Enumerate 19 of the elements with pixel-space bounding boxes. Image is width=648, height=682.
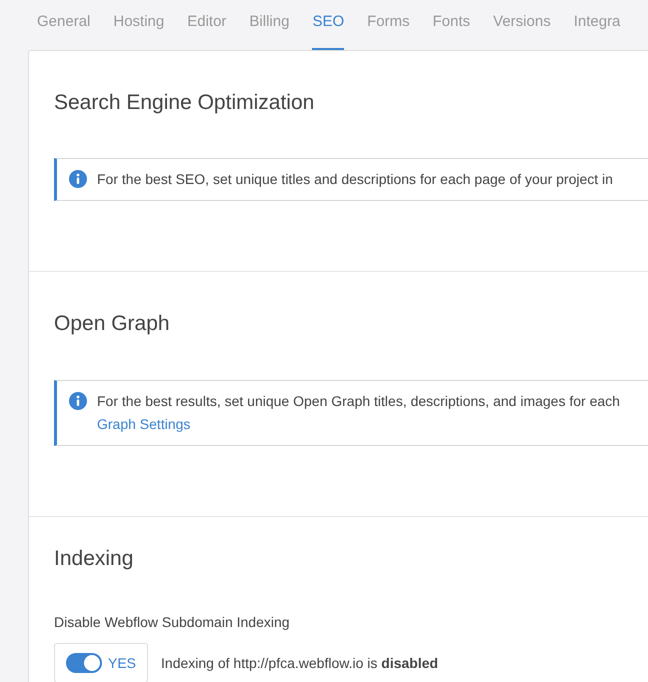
section-title: Indexing [54, 546, 134, 572]
info-icon [69, 392, 87, 410]
settings-tab[interactable]: Integra [574, 0, 620, 50]
settings-tab[interactable]: Forms [367, 0, 410, 50]
settings-tab[interactable]: Versions [493, 0, 551, 50]
settings-link[interactable]: Graph Settings [97, 414, 620, 434]
callout-text: For the best results, set unique Open Graph titles, descriptions, and images for each [97, 392, 620, 411]
info-icon [69, 170, 87, 188]
settings-tab[interactable]: Hosting [113, 0, 164, 50]
settings-tab[interactable]: Billing [249, 0, 290, 50]
section-title: Search Engine Optimization [54, 90, 316, 116]
settings-tab[interactable]: Editor [187, 0, 226, 50]
callout-text: For the best SEO, set unique titles and descriptions for each page of your project in [97, 170, 613, 189]
setting-label: Disable Webflow Subdomain Indexing [54, 613, 291, 632]
settings-tab[interactable]: General [37, 0, 90, 50]
toggle-switch[interactable]: YES [54, 643, 148, 682]
indexing-status: Indexing of http://pfca.webflow.io is disabled [161, 654, 438, 673]
section-title: Open Graph [54, 311, 171, 337]
settings-tab[interactable]: Fonts [432, 0, 470, 50]
